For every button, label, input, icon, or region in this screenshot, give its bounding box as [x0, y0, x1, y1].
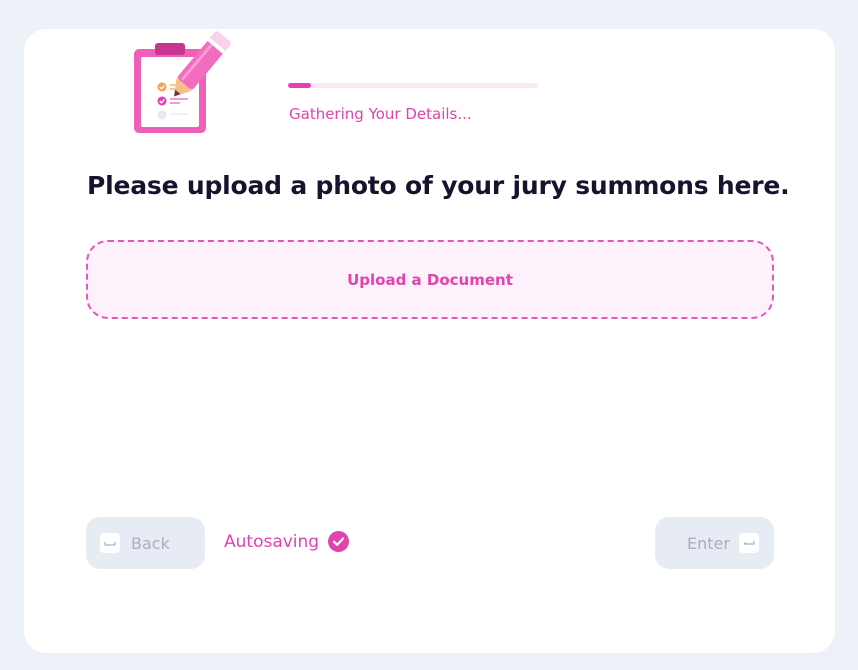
back-button-label: Back — [131, 533, 170, 553]
progress-bar — [288, 83, 538, 88]
form-card: Gathering Your Details... Please upload … — [24, 29, 835, 653]
progress-label: Gathering Your Details... — [289, 105, 472, 123]
upload-document-label: Upload a Document — [347, 270, 513, 289]
enter-button-label: Enter — [687, 533, 730, 553]
autosave-status: Autosaving — [224, 531, 350, 552]
autosave-label: Autosaving — [224, 531, 320, 552]
back-button[interactable]: Back — [86, 517, 205, 569]
enter-key-icon — [738, 533, 759, 553]
clipboard-pencil-icon — [132, 29, 248, 139]
progress-bar-fill — [288, 83, 311, 88]
enter-button[interactable]: Enter — [655, 517, 774, 569]
question-heading: Please upload a photo of your jury summo… — [87, 171, 790, 200]
upload-document-dropzone[interactable]: Upload a Document — [86, 240, 774, 319]
check-circle-icon — [328, 531, 350, 552]
keyboard-key-icon — [100, 533, 120, 553]
